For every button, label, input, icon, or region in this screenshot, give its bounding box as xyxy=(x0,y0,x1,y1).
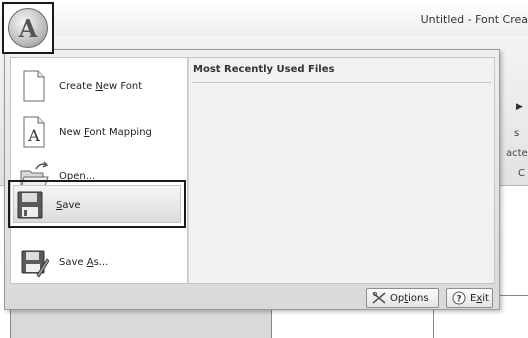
svg-text:A: A xyxy=(27,126,40,145)
window-title: Untitled - Font Crea xyxy=(420,13,528,26)
title-bar: Untitled - Font Crea xyxy=(0,0,528,36)
ribbon-peek-text: C xyxy=(518,168,525,179)
menu-item-new-font-mapping[interactable]: A New Font Mapping xyxy=(11,110,187,154)
ribbon-peek-text: s xyxy=(514,128,520,139)
recent-files-divider xyxy=(192,82,491,83)
exit-button[interactable]: ? Exit xyxy=(446,288,493,308)
menu-item-label: Save As... xyxy=(59,256,109,268)
app-orb-icon: A xyxy=(8,8,48,48)
app-orb-letter: A xyxy=(18,13,38,43)
menu-item-label: Create New Font xyxy=(59,80,143,92)
menu-item-save-as[interactable]: Save As... xyxy=(11,240,187,284)
menu-item-create-new-font[interactable]: Create New Font xyxy=(11,64,187,108)
menu-item-label: Save xyxy=(56,199,81,211)
menu-item-save[interactable]: Save xyxy=(8,180,186,228)
exit-label: Exit xyxy=(470,292,489,304)
recent-files-panel: Most Recently Used Files xyxy=(188,57,495,284)
menu-item-save-content: Save xyxy=(12,183,188,227)
svg-text:?: ? xyxy=(456,295,461,305)
help-exit-icon: ? xyxy=(452,291,466,305)
options-icon xyxy=(372,291,386,304)
recent-files-heading: Most Recently Used Files xyxy=(193,64,335,75)
ribbon-peek-text: acter xyxy=(506,148,528,159)
ribbon-scroll-arrow[interactable]: ▶ xyxy=(516,102,523,112)
menu-commands-panel: Create New Font A New Font Mapping Open.… xyxy=(10,57,188,284)
options-label: Options xyxy=(390,292,429,304)
floppy-disk-icon xyxy=(17,191,43,219)
floppy-disk-pen-icon xyxy=(21,250,49,278)
application-button[interactable]: A xyxy=(2,2,54,54)
application-menu: Create New Font A New Font Mapping Open.… xyxy=(4,49,500,310)
new-document-icon xyxy=(23,70,45,102)
menu-item-label: New Font Mapping xyxy=(59,126,152,138)
options-button[interactable]: Options xyxy=(366,288,439,308)
font-mapping-icon: A xyxy=(23,116,45,148)
